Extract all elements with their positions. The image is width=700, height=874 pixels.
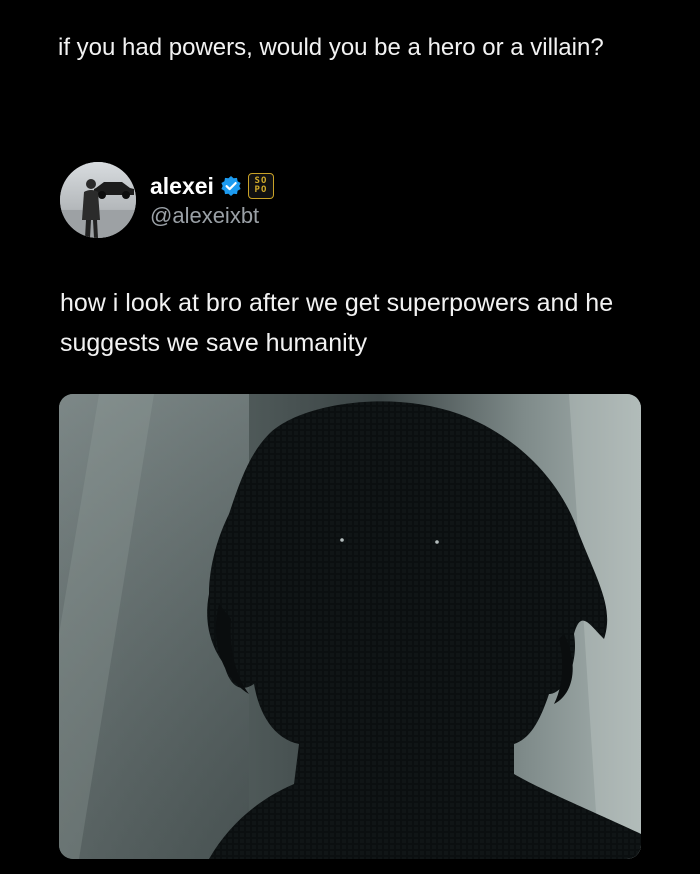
display-name[interactable]: alexei <box>150 173 214 200</box>
name-row: alexei SO PO <box>150 171 274 201</box>
affiliate-badge-icon[interactable]: SO PO <box>247 173 274 199</box>
tweet-media-image[interactable] <box>59 394 641 859</box>
tweet-author-header[interactable]: alexei SO PO @alexeixbt <box>60 160 274 240</box>
user-meta: alexei SO PO @alexeixbt <box>150 171 274 229</box>
silhouette-portrait-image <box>59 394 641 859</box>
affiliate-badge-line2: PO <box>254 185 268 195</box>
verified-check-icon <box>220 175 242 197</box>
post-caption: if you had powers, would you be a hero o… <box>58 34 604 61</box>
user-handle[interactable]: @alexeixbt <box>150 203 274 229</box>
avatar[interactable] <box>60 162 136 238</box>
tweet-text: how i look at bro after we get superpowe… <box>60 289 614 357</box>
avatar-image <box>60 162 136 238</box>
